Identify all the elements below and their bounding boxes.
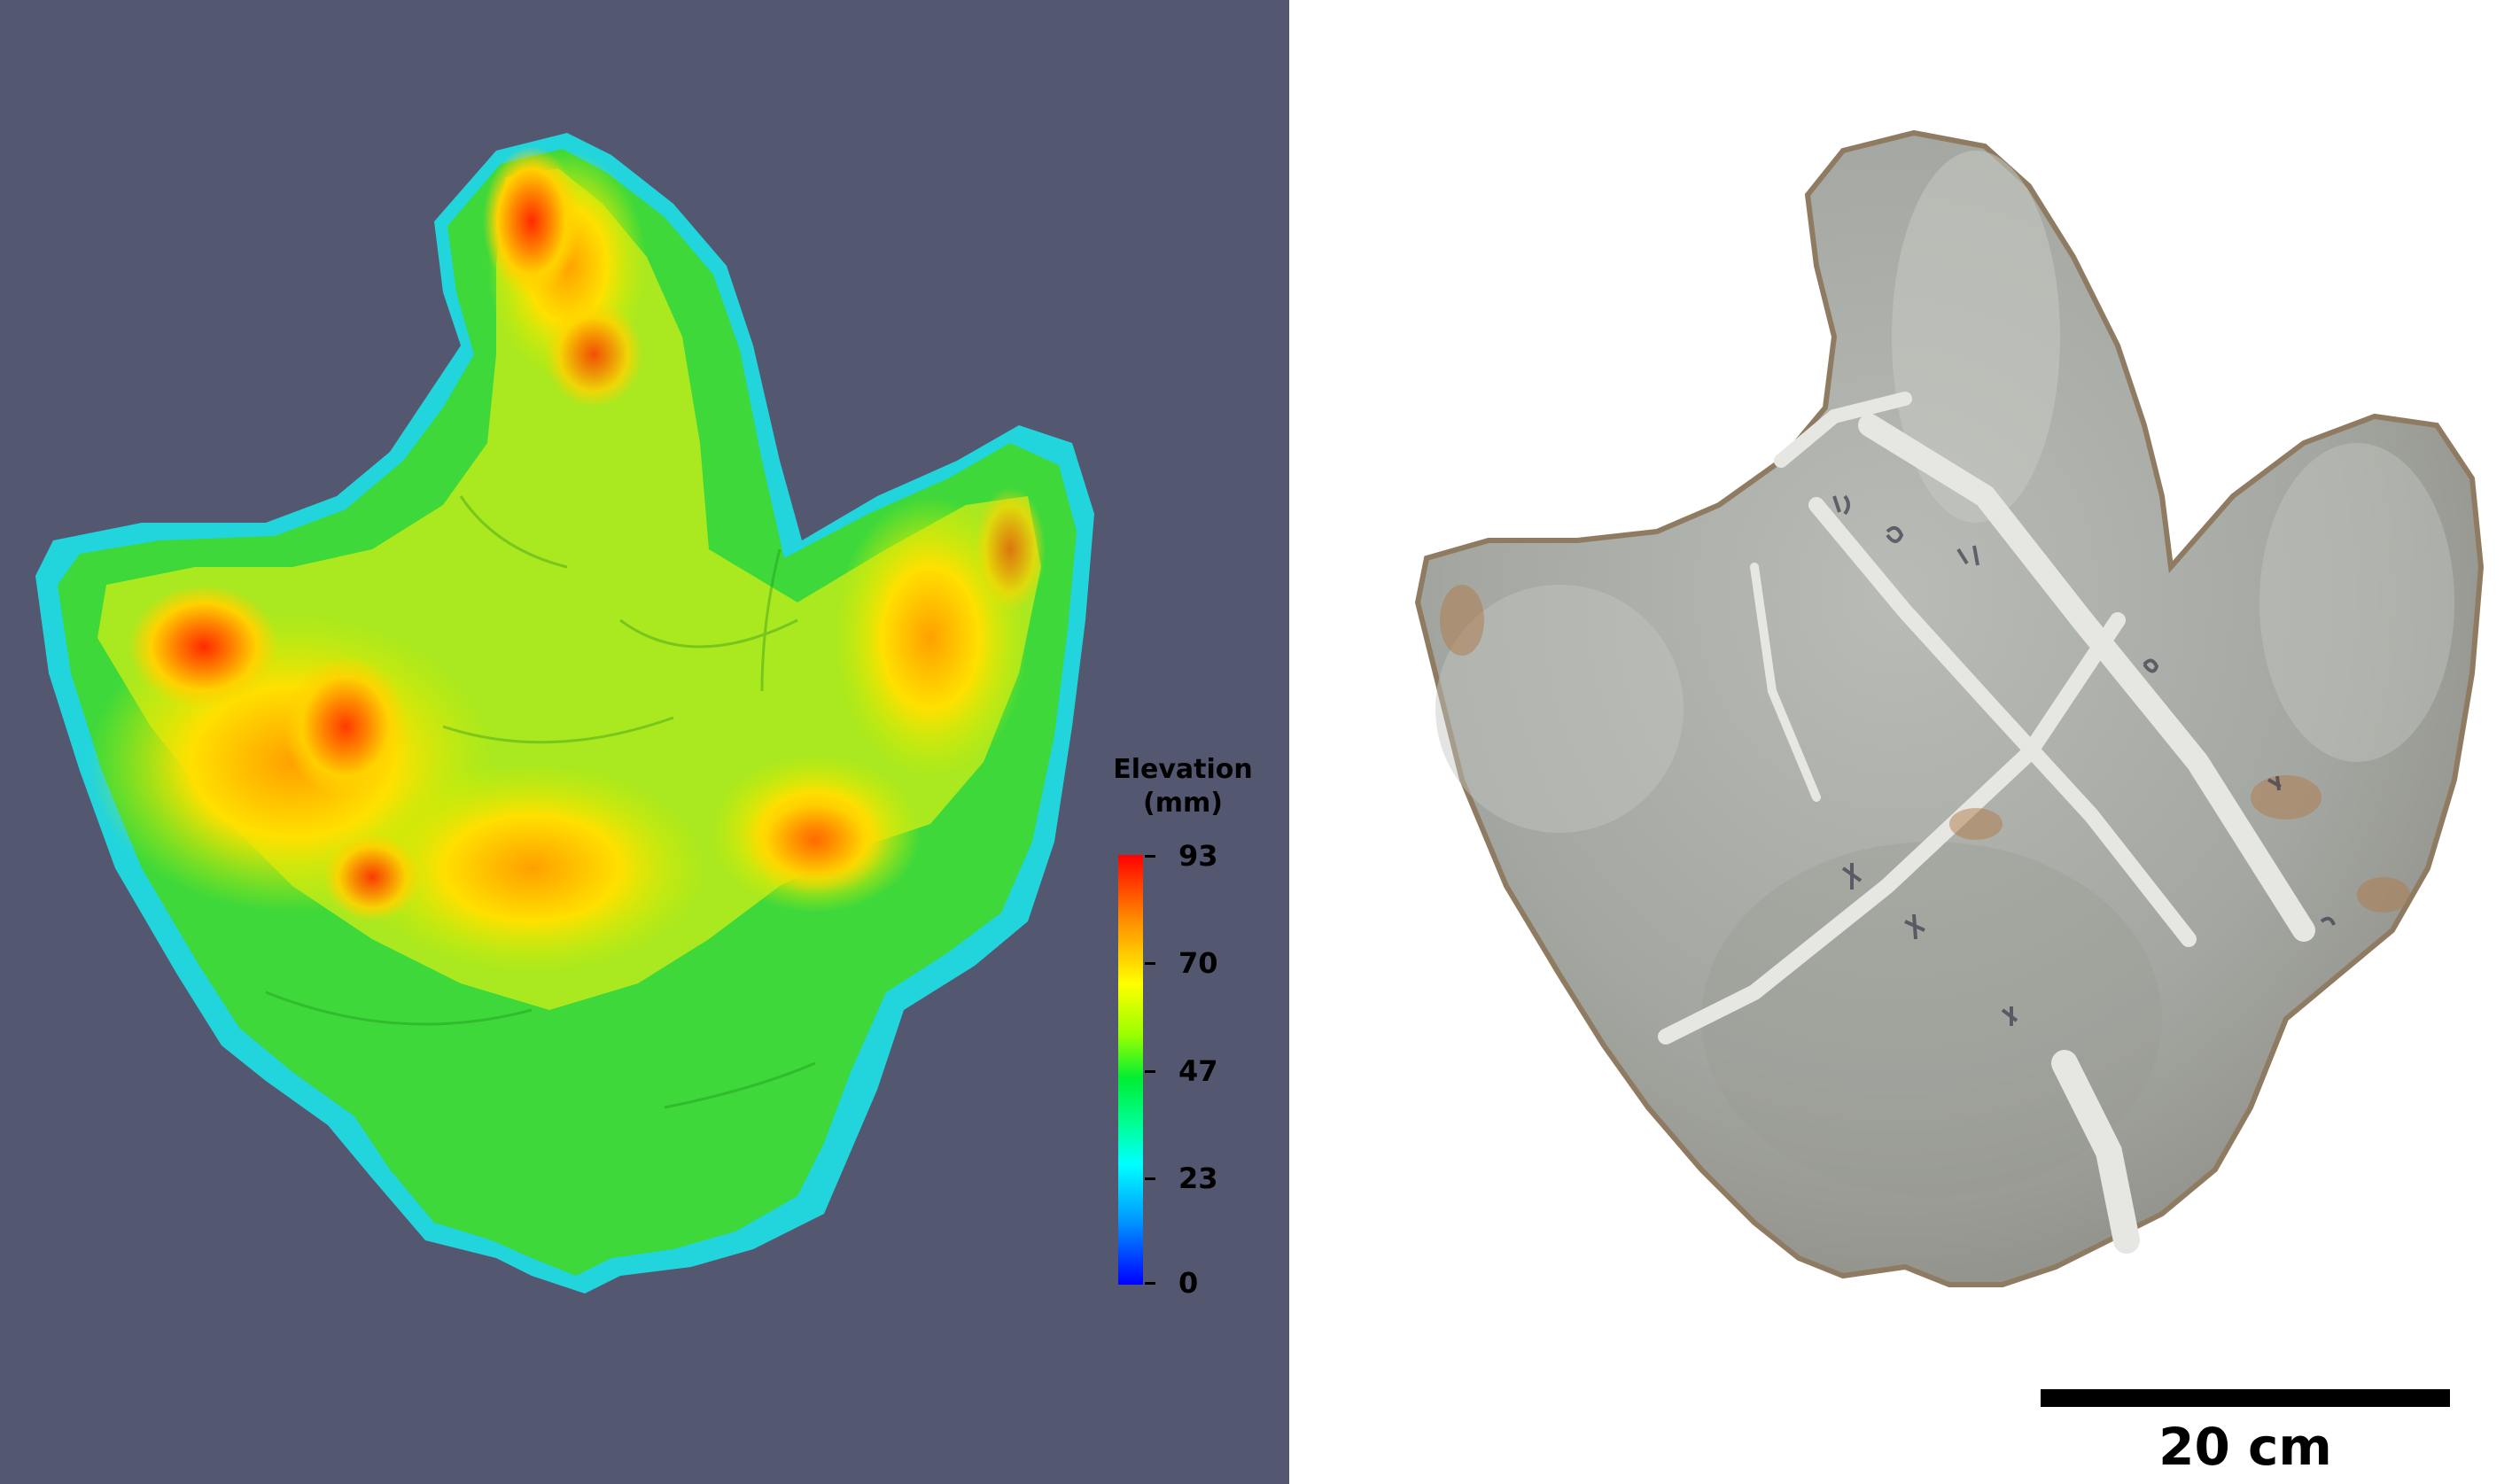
legend-tick bbox=[1145, 962, 1155, 965]
elevation-legend: Elevation (mm) 93 70 47 23 0 bbox=[1099, 753, 1276, 1302]
fossil-photo bbox=[1414, 129, 2485, 1287]
legend-tick-label: 0 bbox=[1178, 1266, 1199, 1300]
legend-tick-label: 23 bbox=[1178, 1162, 1218, 1195]
legend-title-line1: Elevation bbox=[1113, 754, 1253, 785]
legend-title: Elevation (mm) bbox=[1099, 753, 1267, 820]
scale-bar bbox=[2041, 1389, 2450, 1407]
scale-bar-label: 20 cm bbox=[2158, 1417, 2332, 1477]
peak-toe-left bbox=[128, 585, 279, 709]
legend-title-line2: (mm) bbox=[1143, 788, 1223, 819]
color-scale-bar bbox=[1118, 855, 1143, 1285]
legend-tick bbox=[1145, 855, 1155, 858]
legend-tick-label: 70 bbox=[1178, 946, 1218, 980]
elevation-footprint-model bbox=[35, 133, 1094, 1294]
legend-tick bbox=[1145, 1070, 1155, 1073]
legend-tick bbox=[1145, 1177, 1155, 1180]
peak-toe-center bbox=[483, 146, 580, 297]
legend-tick-label: 47 bbox=[1178, 1054, 1218, 1088]
legend-tick bbox=[1145, 1282, 1155, 1285]
legend-tick-label: 93 bbox=[1178, 839, 1218, 873]
